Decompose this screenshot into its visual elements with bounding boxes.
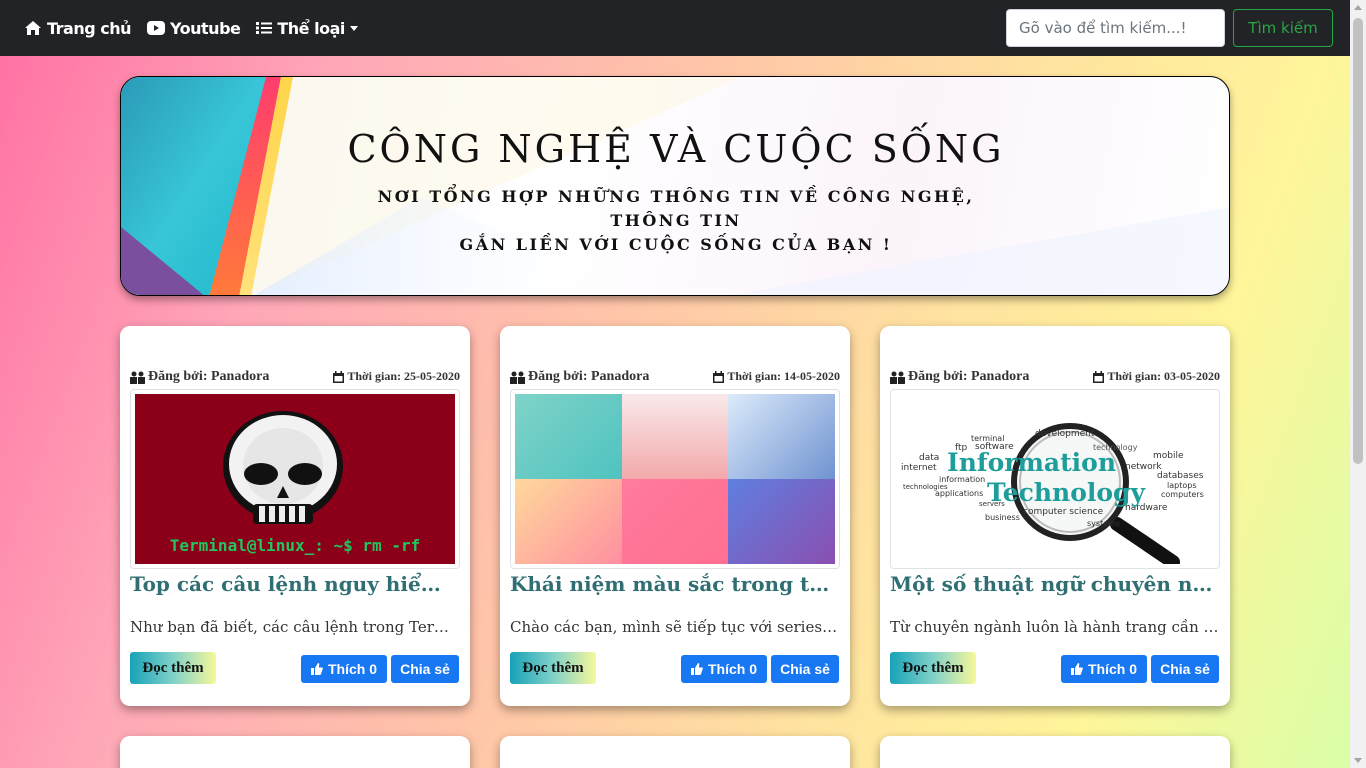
- post-card: Đăng bởi: Panadora Thời gian: 14-05-2020…: [500, 326, 850, 706]
- post-title[interactable]: Top các câu lệnh nguy hiểm trên Linux: [130, 572, 460, 596]
- word-computer-science: computer science: [1023, 507, 1104, 517]
- read-more-button[interactable]: Đọc thêm: [890, 652, 976, 684]
- word-laptops: laptops: [1167, 481, 1196, 490]
- word-data: data: [919, 453, 939, 463]
- post-title[interactable]: Khái niệm màu sắc trong thiết kế web: [510, 572, 840, 596]
- color-palette-image: [515, 394, 835, 564]
- read-more-button[interactable]: Đọc thêm: [510, 652, 596, 684]
- like-button-label: Thích 0: [1087, 661, 1137, 677]
- thumbs-up-icon: [310, 663, 323, 675]
- like-button[interactable]: Thích 0: [301, 655, 387, 683]
- word-terminal: terminal: [971, 434, 1004, 443]
- post-card-partial: [500, 736, 850, 768]
- post-card: Đăng bởi: Panadora Thời gian: 25-05-2020…: [120, 326, 470, 706]
- banner-subtitle-line-2: GẮN LIỀN VỚI CUỘC SỐNG CỦA BẠN !: [459, 235, 893, 254]
- like-button-label: Thích 0: [707, 661, 757, 677]
- word-databases: databases: [1157, 471, 1204, 481]
- post-author: Đăng bởi: Panadora: [510, 369, 649, 385]
- post-card-partial: [120, 736, 470, 768]
- post-description: Chào các bạn, mình sẽ tiếp tục với serie…: [510, 618, 840, 636]
- post-author-text: Đăng bởi: Panadora: [148, 369, 270, 384]
- post-time-text: Thời gian: 14-05-2020: [727, 369, 840, 383]
- calendar-icon: [333, 370, 345, 383]
- nav-category-dropdown[interactable]: Thể loại: [256, 18, 358, 38]
- post-card-partial: [880, 736, 1230, 768]
- image-title-technology: Technology: [987, 478, 1147, 507]
- image-title-information: Information: [947, 448, 1116, 477]
- home-icon: [25, 21, 41, 35]
- like-button-label: Thích 0: [327, 661, 377, 677]
- magnifier-icon: development technology mobile network da…: [901, 423, 1204, 564]
- post-description: Từ chuyên ngành luôn là hành trang cần t…: [890, 618, 1220, 636]
- banner-subtitle: NƠI TỔNG HỢP NHỮNG THÔNG TIN VỀ CÔNG NGH…: [356, 185, 996, 257]
- word-internet: internet: [901, 463, 937, 473]
- post-description: Như bạn đã biết, các câu lệnh trong Term…: [130, 618, 460, 636]
- post-author: Đăng bởi: Panadora: [890, 369, 1029, 385]
- search-button[interactable]: Tìm kiếm: [1233, 9, 1333, 47]
- word-development: development: [1035, 429, 1095, 439]
- post-time-text: Thời gian: 25-05-2020: [347, 369, 460, 383]
- word-business: business: [985, 513, 1020, 522]
- calendar-icon: [1093, 370, 1105, 383]
- nav-home-link[interactable]: Trang chủ: [24, 18, 132, 38]
- post-time-text: Thời gian: 03-05-2020: [1107, 369, 1220, 383]
- banner-subtitle-line-1: NƠI TỔNG HỢP NHỮNG THÔNG TIN VỀ CÔNG NGH…: [377, 187, 975, 230]
- read-more-button[interactable]: Đọc thêm: [130, 652, 216, 684]
- scroll-down-arrow-icon[interactable]: [1354, 758, 1362, 763]
- information-technology-image: development technology mobile network da…: [895, 394, 1215, 564]
- scrollbar-thumb[interactable]: [1353, 18, 1363, 464]
- post-card: Đăng bởi: Panadora Thời gian: 03-05-2020…: [880, 326, 1230, 706]
- nav-home-label: Trang chủ: [47, 18, 132, 38]
- banner-title: CÔNG NGHỆ VÀ CUỘC SỐNG: [347, 127, 1005, 171]
- skull-image-caption: Terminal@linux_: ~$ rm -rf: [169, 536, 421, 555]
- post-title[interactable]: Một số thuật ngữ chuyên ngành IT: [890, 572, 1220, 596]
- word-applications: applications: [935, 489, 983, 498]
- post-author: Đăng bởi: Panadora: [130, 369, 269, 385]
- post-time: Thời gian: 03-05-2020: [1093, 369, 1220, 384]
- post-author-text: Đăng bởi: Panadora: [908, 369, 1030, 384]
- post-author-text: Đăng bởi: Panadora: [528, 369, 650, 384]
- chevron-down-icon: [349, 25, 358, 31]
- nav-category-label: Thể loại: [277, 18, 345, 38]
- post-thumbnail[interactable]: [510, 389, 840, 569]
- users-icon: [130, 371, 145, 384]
- list-icon: [256, 22, 273, 34]
- post-time: Thời gian: 14-05-2020: [713, 369, 840, 384]
- word-systems: systems: [1087, 519, 1120, 528]
- share-button[interactable]: Chia sẻ: [771, 655, 839, 683]
- post-thumbnail[interactable]: Terminal@linux_: ~$ rm -rf: [130, 389, 460, 569]
- hero-banner: CÔNG NGHỆ VÀ CUỘC SỐNG NƠI TỔNG HỢP NHỮN…: [120, 76, 1230, 296]
- users-icon: [510, 371, 525, 384]
- users-icon: [890, 371, 905, 384]
- word-mobile: mobile: [1153, 451, 1184, 461]
- scroll-up-arrow-icon[interactable]: [1354, 5, 1362, 10]
- skull-image: Terminal@linux_: ~$ rm -rf: [135, 394, 455, 564]
- post-thumbnail[interactable]: development technology mobile network da…: [890, 389, 1220, 569]
- share-button[interactable]: Chia sẻ: [391, 655, 459, 683]
- thumbs-up-icon: [1070, 663, 1083, 675]
- share-button[interactable]: Chia sẻ: [1151, 655, 1219, 683]
- scrollbar[interactable]: [1350, 0, 1366, 768]
- calendar-icon: [713, 370, 725, 383]
- nav-youtube-link[interactable]: Youtube: [147, 18, 241, 38]
- word-computers: computers: [1161, 490, 1204, 499]
- youtube-icon: [147, 21, 166, 35]
- search-input[interactable]: [1006, 9, 1225, 47]
- post-time: Thời gian: 25-05-2020: [333, 369, 460, 384]
- like-button[interactable]: Thích 0: [1061, 655, 1147, 683]
- thumbs-up-icon: [690, 663, 703, 675]
- like-button[interactable]: Thích 0: [681, 655, 767, 683]
- nav-youtube-label: Youtube: [170, 18, 241, 38]
